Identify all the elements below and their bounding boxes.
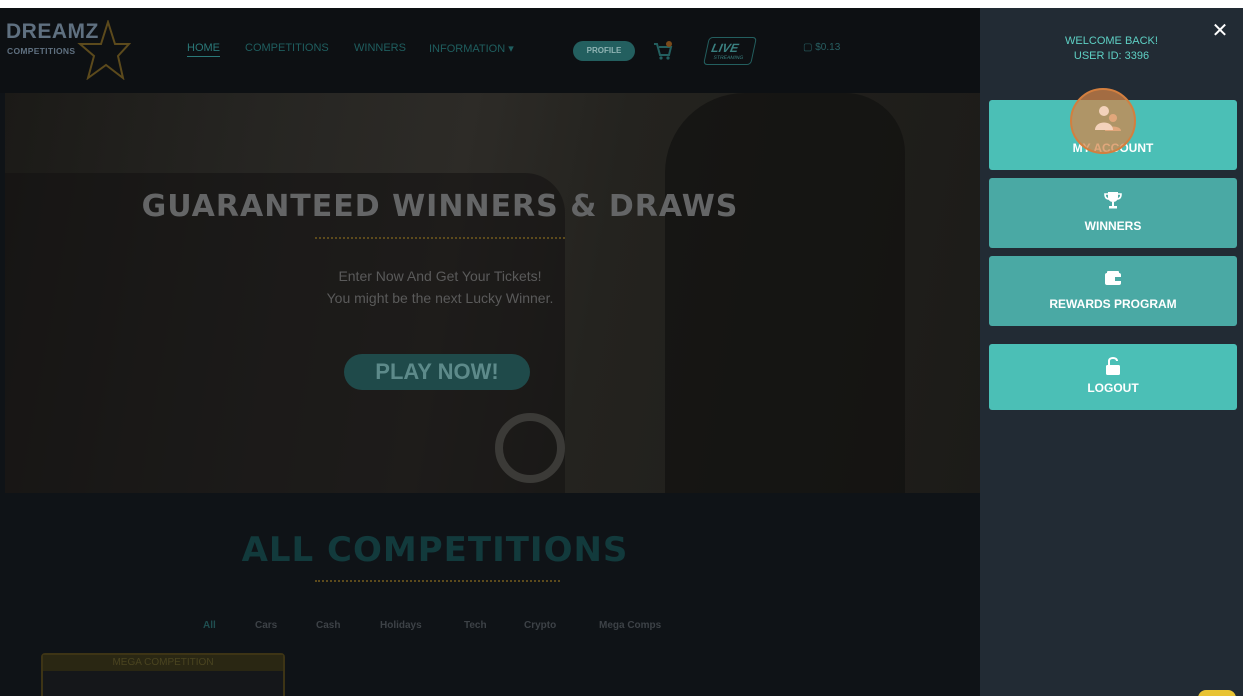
winners-button[interactable]: WINNERS (989, 178, 1237, 248)
title-divider (315, 237, 565, 239)
logout-label: LOGOUT (1087, 381, 1139, 395)
rewards-program-button[interactable]: REWARDS PROGRAM (989, 256, 1237, 326)
filter-all[interactable]: All (203, 620, 216, 631)
filter-crypto[interactable]: Crypto (524, 620, 556, 631)
section-title: ALL COMPETITIONS (241, 530, 629, 570)
wallet-amount: $0.13 (815, 42, 841, 53)
live-streaming-badge[interactable]: LIVE STREAMING (703, 37, 757, 65)
site-logo[interactable]: DREAMZ COMPETITIONS (6, 20, 131, 82)
browser-viewport: DREAMZ COMPETITIONS HOME COMPETITIONS WI… (0, 8, 1243, 696)
wallet-balance[interactable]: ▢ $0.13 (803, 42, 840, 53)
card-banner: MEGA COMPETITION (43, 655, 283, 671)
wallet-icon (1105, 271, 1121, 285)
top-navigation-bar: DREAMZ COMPETITIONS HOME COMPETITIONS WI… (0, 8, 980, 93)
chat-widget-tab[interactable] (1198, 690, 1236, 696)
user-icon (1105, 114, 1121, 131)
wallet-icon: ▢ (803, 42, 813, 53)
trophy-icon (1104, 192, 1122, 209)
profile-button[interactable]: PROFILE (573, 41, 635, 61)
headlight (495, 413, 565, 483)
logout-button[interactable]: LOGOUT (989, 344, 1237, 410)
welcome-title: WELCOME BACK! (1065, 35, 1158, 47)
nav-home[interactable]: HOME (187, 42, 220, 57)
live-label: LIVE (710, 41, 740, 55)
live-sublabel: STREAMING (712, 55, 744, 61)
section-divider (315, 580, 560, 582)
hero-subtitle-2: You might be the next Lucky Winner. (326, 290, 554, 306)
filter-holidays[interactable]: Holidays (380, 620, 422, 631)
welcome-message: WELCOME BACK! USER ID: 3396 (980, 34, 1243, 64)
my-account-label: MY ACCOUNT (1072, 141, 1154, 155)
my-account-button[interactable]: MY ACCOUNT (989, 100, 1237, 170)
unlock-icon (1106, 357, 1120, 375)
hero-subtitle-1: Enter Now And Get Your Tickets! (338, 268, 542, 284)
filter-tech[interactable]: Tech (464, 620, 487, 631)
hero-banner: GUARANTEED WINNERS & DRAWS Enter Now And… (5, 93, 980, 493)
account-sidebar: ✕ WELCOME BACK! USER ID: 3396 MY ACCOUNT… (980, 8, 1243, 696)
filter-cars[interactable]: Cars (255, 620, 277, 631)
main-page: DREAMZ COMPETITIONS HOME COMPETITIONS WI… (0, 8, 980, 696)
star-icon (77, 20, 131, 80)
play-now-button[interactable]: PLAY NOW! (344, 354, 530, 390)
nav-information[interactable]: INFORMATION ▾ (429, 42, 514, 55)
filter-cash[interactable]: Cash (316, 620, 340, 631)
cart-icon[interactable] (652, 40, 674, 62)
nav-competitions[interactable]: COMPETITIONS (245, 42, 329, 54)
competition-card[interactable]: MEGA COMPETITION (41, 653, 285, 696)
rewards-program-label: REWARDS PROGRAM (1049, 297, 1177, 311)
user-id: USER ID: 3396 (1073, 50, 1150, 62)
filter-mega-comps[interactable]: Mega Comps (599, 620, 661, 631)
winners-label: WINNERS (1084, 219, 1142, 233)
nav-winners[interactable]: WINNERS (354, 42, 406, 54)
hero-title: GUARANTEED WINNERS & DRAWS (141, 189, 739, 224)
logo-subtext: COMPETITIONS (7, 46, 76, 56)
